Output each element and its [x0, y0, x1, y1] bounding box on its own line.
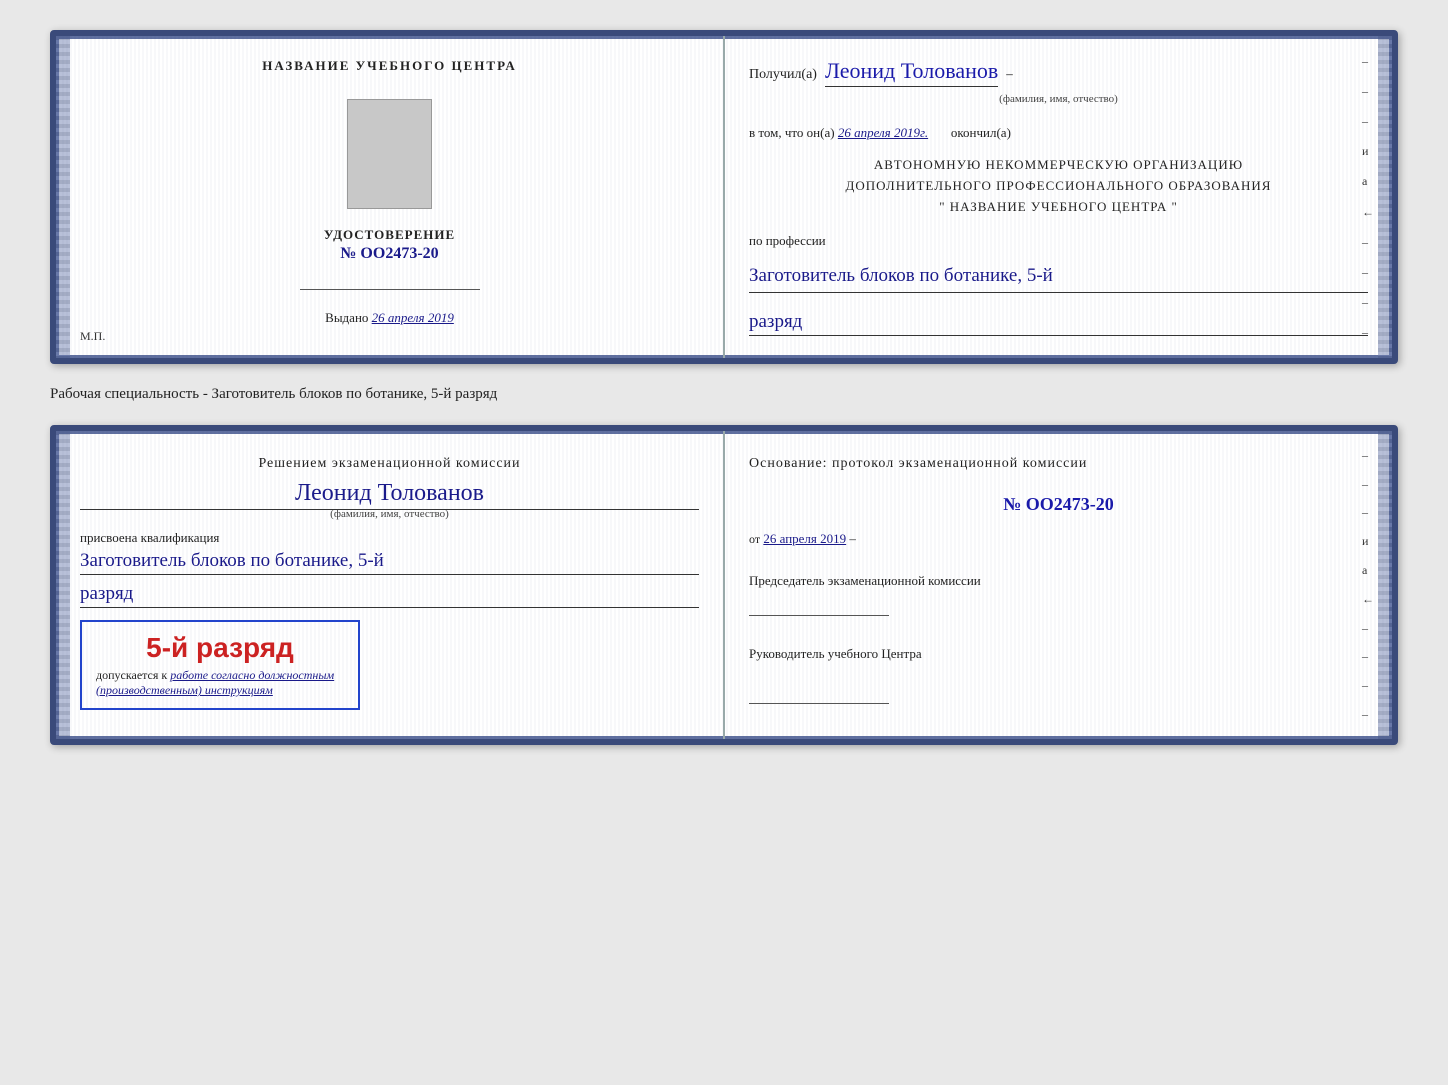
- exam-right-panel: Основание: протокол экзаменационной коми…: [725, 431, 1392, 739]
- stamp-razryad: 5-й разряд: [96, 632, 344, 664]
- razryad-handwritten: разряд: [749, 311, 1368, 336]
- vtom-label: в том, что он(а): [749, 125, 835, 140]
- resheniem-line1: Решением экзаменационной комиссии: [258, 456, 520, 471]
- vydano-date: 26 апреля 2019: [372, 310, 454, 325]
- org-line2: ДОПОЛНИТЕЛЬНОГО ПРОФЕССИОНАЛЬНОГО ОБРАЗО…: [749, 176, 1368, 197]
- right-edge-marks: – – – и а ← – – – –: [1360, 36, 1376, 358]
- predsedatel-signature-line: [749, 594, 889, 616]
- right-edge-marks-2: – – – и а ← – – – –: [1360, 431, 1376, 739]
- rukovoditel-signature-line: [749, 682, 889, 704]
- top-certificate-card: НАЗВАНИЕ УЧЕБНОГО ЦЕНТРА УДОСТОВЕРЕНИЕ №…: [50, 30, 1398, 364]
- middle-label: Рабочая специальность - Заготовитель бло…: [50, 382, 1398, 407]
- protocol-number: № OO2473-20: [749, 494, 1368, 515]
- rukovoditel-title: Руководитель учебного Центра: [749, 644, 1368, 664]
- vtom-line: в том, что он(а) 26 апреля 2019г. окончи…: [749, 125, 1368, 141]
- vtom-date: 26 апреля 2019г.: [838, 125, 928, 140]
- org-block: АВТОНОМНУЮ НЕКОММЕРЧЕСКУЮ ОРГАНИЗАЦИЮ ДО…: [749, 155, 1368, 217]
- resheniem-title: Решением экзаменационной комиссии: [80, 453, 699, 474]
- kvalif-handwritten: Заготовитель блоков по ботанике, 5-й: [80, 550, 699, 575]
- fio-handwritten-large: Леонид Толованов: [80, 480, 699, 510]
- okonchil-label: окончил(а): [951, 125, 1011, 140]
- exam-left-panel: Решением экзаменационной комиссии Леонид…: [56, 431, 725, 739]
- spine-right-2: [1378, 431, 1392, 739]
- cert-right-panel: Получил(a) Леонид Толованов – (фамилия, …: [725, 36, 1392, 358]
- spine-left: [56, 36, 70, 358]
- fio-handwritten: Леонид Толованов: [825, 58, 998, 87]
- org-line1: АВТОНОМНУЮ НЕКОММЕРЧЕСКУЮ ОРГАНИЗАЦИЮ: [749, 155, 1368, 176]
- dopuskaetsya-label: допускается к: [96, 668, 167, 682]
- page-wrapper: НАЗВАНИЕ УЧЕБНОГО ЦЕНТРА УДОСТОВЕРЕНИЕ №…: [20, 20, 1428, 755]
- profession-handwritten: Заготовитель блоков по ботанике, 5-й: [749, 263, 1368, 293]
- dopuskaetsya-line: допускается к работе согласно должностны…: [96, 668, 344, 698]
- udost-block: УДОСТОВЕРЕНИЕ № OO2473-20: [324, 227, 455, 263]
- org-name: " НАЗВАНИЕ УЧЕБНОГО ЦЕНТРА ": [749, 197, 1368, 218]
- ot-date-value: 26 апреля 2019: [763, 531, 846, 546]
- photo-placeholder: [347, 99, 432, 209]
- mp-label: М.П.: [80, 329, 105, 344]
- cert-left-panel: НАЗВАНИЕ УЧЕБНОГО ЦЕНТРА УДОСТОВЕРЕНИЕ №…: [56, 36, 725, 358]
- rukovoditel-block: Руководитель учебного Центра: [749, 644, 1368, 704]
- vydano-label: Выдано: [325, 310, 368, 325]
- udost-number: № OO2473-20: [324, 245, 455, 263]
- ot-date-line: от 26 апреля 2019 –: [749, 531, 1368, 547]
- bottom-exam-card: Решением экзаменационной комиссии Леонид…: [50, 425, 1398, 745]
- spine-left-2: [56, 431, 70, 739]
- predsedatel-block: Председатель экзаменационной комиссии: [749, 571, 1368, 617]
- fio-hint-2: (фамилия, имя, отчество): [80, 508, 699, 520]
- poluchil-label: Получил(a): [749, 67, 817, 83]
- stamp-box: 5-й разряд допускается к работе согласно…: [80, 620, 360, 710]
- prisvoena-label: присвоена квалификация: [80, 530, 699, 546]
- center-title: НАЗВАНИЕ УЧЕБНОГО ЦЕНТРА: [262, 58, 517, 74]
- predsedatel-title: Председатель экзаменационной комиссии: [749, 571, 1368, 591]
- udost-title: УДОСТОВЕРЕНИЕ: [324, 227, 455, 243]
- fio-hint: (фамилия, имя, отчество): [749, 93, 1368, 105]
- spine-right: [1378, 36, 1392, 358]
- osnovanie-title: Основание: протокол экзаменационной коми…: [749, 453, 1368, 474]
- poluchil-block: Получил(a) Леонид Толованов –: [749, 58, 1368, 87]
- po-professii-label: по профессии: [749, 233, 1368, 249]
- ot-label: от: [749, 532, 760, 546]
- razryad2-handwritten: разряд: [80, 583, 699, 608]
- vydano-line: Выдано 26 апреля 2019: [325, 310, 454, 326]
